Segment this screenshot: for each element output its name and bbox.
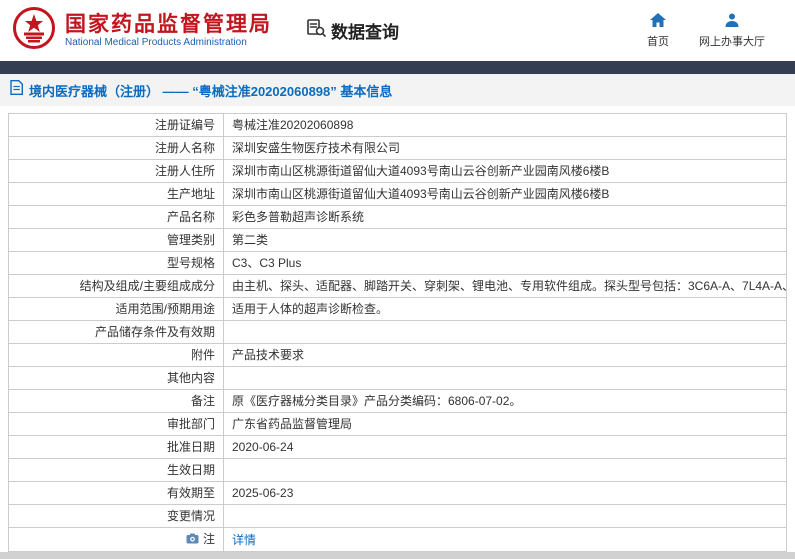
page-title: 境内医疗器械（注册） —— “粤械注准20202060898” 基本信息: [29, 83, 393, 99]
site-subtitle: National Medical Products Administration: [65, 36, 247, 48]
table-row: 有效期至 2025-06-23: [8, 481, 787, 505]
row-label: 注: [8, 527, 224, 552]
table-row: 产品储存条件及有效期: [8, 320, 787, 344]
footer-strip: [0, 552, 795, 559]
row-label: 注册人住所: [8, 159, 224, 183]
header: 国家药品监督管理局 National Medical Products Admi…: [0, 0, 795, 61]
row-value: 原《医疗器械分类目录》产品分类编码：6806-07-02。: [223, 389, 787, 413]
row-value: 深圳安盛生物医疗技术有限公司: [223, 136, 787, 160]
table-row: 附件 产品技术要求: [8, 343, 787, 367]
data-query-label: 数据查询: [331, 23, 399, 42]
row-value: 深圳市南山区桃源街道留仙大道4093号南山云谷创新产业园南风楼6楼B: [223, 182, 787, 206]
row-label: 变更情况: [8, 504, 224, 528]
registration-table-body: 注册证编号 粤械注准20202060898 注册人名称 深圳安盛生物医疗技术有限公司注…: [8, 113, 787, 552]
table-row: 产品名称 彩色多普勒超声诊断系统: [8, 205, 787, 229]
row-label: 型号规格: [8, 251, 224, 275]
table-row: 结构及组成/主要组成成分 由主机、探头、适配器、脚踏开关、穿刺架、锂电池、专用软件…: [8, 274, 787, 298]
row-value: [223, 366, 787, 390]
user-icon: [725, 13, 739, 30]
row-value: 2020-06-24: [223, 435, 787, 459]
row-label: 审批部门: [8, 412, 224, 436]
row-label: 注册人名称: [8, 136, 224, 160]
row-label: 产品储存条件及有效期: [8, 320, 224, 344]
data-query-section[interactable]: 数据查询: [306, 18, 399, 43]
row-value: 适用于人体的超声诊断检查。: [223, 297, 787, 321]
nav-home[interactable]: 首页: [647, 12, 669, 49]
home-icon: [650, 12, 666, 30]
row-label: 生效日期: [8, 458, 224, 482]
registration-table-wrap: 注册证编号 粤械注准20202060898 注册人名称 深圳安盛生物医疗技术有限公司注…: [0, 106, 795, 552]
row-label: 适用范围/预期用途: [8, 297, 224, 321]
nmpa-emblem-logo: [12, 6, 56, 55]
data-query-icon: [306, 18, 326, 43]
table-row: 生效日期: [8, 458, 787, 482]
table-row: 注册人名称 深圳安盛生物医疗技术有限公司: [8, 136, 787, 160]
site-title: 国家药品监督管理局: [65, 12, 272, 36]
row-value: 产品技术要求: [223, 343, 787, 367]
registration-table: 注册证编号 粤械注准20202060898 注册人名称 深圳安盛生物医疗技术有限公司注…: [8, 113, 787, 552]
table-row: 注册证编号 粤械注准20202060898: [8, 113, 787, 137]
row-value: 粤械注准20202060898: [223, 113, 787, 137]
table-row: 变更情况: [8, 504, 787, 528]
row-label: 产品名称: [8, 205, 224, 229]
nav-service-hall-label: 网上办事大厅: [699, 35, 765, 48]
table-row: 注册人住所 深圳市南山区桃源街道留仙大道4093号南山云谷创新产业园南风楼6楼B: [8, 159, 787, 183]
row-label: 管理类别: [8, 228, 224, 252]
top-navy-bar: [0, 61, 795, 74]
row-value: [223, 504, 787, 528]
detail-link[interactable]: 详情: [232, 533, 256, 547]
row-label: 结构及组成/主要组成成分: [8, 274, 224, 298]
table-row: 备注 原《医疗器械分类目录》产品分类编码：6806-07-02。: [8, 389, 787, 413]
table-row: 审批部门 广东省药品监督管理局: [8, 412, 787, 436]
table-row: 批准日期 2020-06-24: [8, 435, 787, 459]
row-value: 2025-06-23: [223, 481, 787, 505]
table-row: 管理类别 第二类: [8, 228, 787, 252]
nav-service-hall[interactable]: 网上办事大厅: [699, 13, 765, 49]
row-label: 注册证编号: [8, 113, 224, 137]
row-label: 批准日期: [8, 435, 224, 459]
table-row: 生产地址 深圳市南山区桃源街道留仙大道4093号南山云谷创新产业园南风楼6楼B: [8, 182, 787, 206]
row-label: 有效期至: [8, 481, 224, 505]
nav-home-label: 首页: [647, 35, 669, 48]
row-label: 附件: [8, 343, 224, 367]
row-value: 深圳市南山区桃源街道留仙大道4093号南山云谷创新产业园南风楼6楼B: [223, 159, 787, 183]
table-row: 适用范围/预期用途 适用于人体的超声诊断检查。: [8, 297, 787, 321]
header-nav: 首页 网上办事大厅: [647, 12, 779, 49]
table-row: 其他内容: [8, 366, 787, 390]
row-label: 备注: [8, 389, 224, 413]
row-value: 彩色多普勒超声诊断系统: [223, 205, 787, 229]
row-value: [223, 458, 787, 482]
row-value: 第二类: [223, 228, 787, 252]
breadcrumb: 境内医疗器械（注册） —— “粤械注准20202060898” 基本信息: [0, 74, 795, 106]
table-row: 注详情: [8, 527, 787, 552]
camera-icon: [186, 532, 199, 548]
row-value: 由主机、探头、适配器、脚踏开关、穿刺架、锂电池、专用软件组成。探头型号包括：3C…: [223, 274, 787, 298]
row-value: 详情: [223, 527, 787, 552]
row-value: C3、C3 Plus: [223, 251, 787, 275]
site-brand[interactable]: 国家药品监督管理局 National Medical Products Admi…: [12, 6, 272, 55]
row-label: 其他内容: [8, 366, 224, 390]
document-icon: [10, 80, 23, 100]
row-label: 生产地址: [8, 182, 224, 206]
row-value: [223, 320, 787, 344]
row-value: 广东省药品监督管理局: [223, 412, 787, 436]
table-row: 型号规格 C3、C3 Plus: [8, 251, 787, 275]
